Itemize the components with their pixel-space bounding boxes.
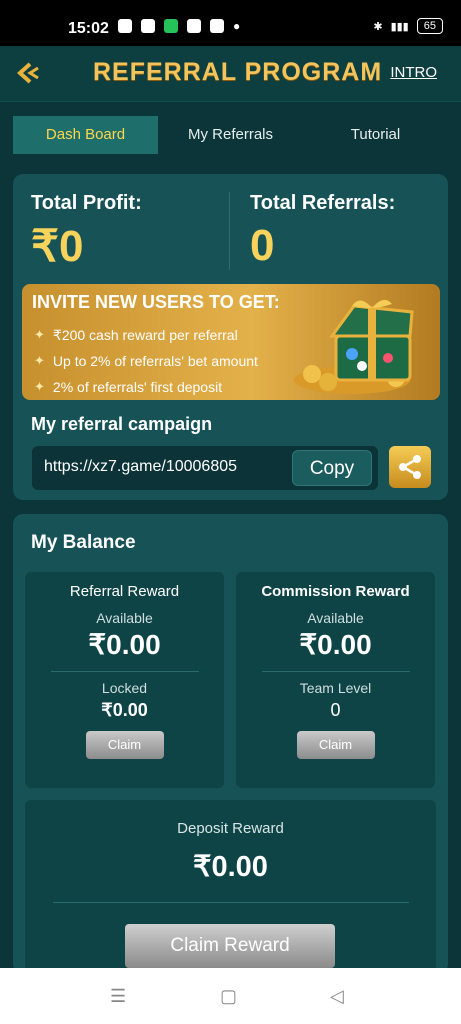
- copy-button[interactable]: Copy: [292, 450, 372, 486]
- total-referrals-label: Total Referrals:: [250, 192, 396, 214]
- referral-link-box: https://xz7.game/10006805 Copy: [32, 446, 378, 490]
- divider: [50, 671, 199, 672]
- referral-reward-box: Referral Reward Available ₹0.00 Locked ₹…: [25, 572, 224, 788]
- treasure-chest-icon: [292, 292, 432, 396]
- intro-link[interactable]: INTRO: [390, 64, 437, 81]
- deposit-reward-value: ₹0.00: [193, 851, 268, 883]
- tab-dashboard[interactable]: Dash Board: [13, 116, 158, 154]
- invite-item: ✦ Up to 2% of referrals' bet amount: [34, 353, 258, 369]
- commission-reward-box: Commission Reward Available ₹0.00 Team L…: [236, 572, 435, 788]
- dashboard-card: Total Profit: ₹0 Total Referrals: 0 INVI…: [13, 174, 448, 500]
- balance-card: My Balance Referral Reward Available ₹0.…: [13, 514, 448, 980]
- invite-list: ✦ ₹200 cash reward per referral ✦ Up to 2%…: [34, 322, 258, 400]
- app-header: REFERRAL PROGRAM INTRO: [0, 46, 461, 102]
- total-referrals-value: 0: [250, 221, 275, 270]
- sparkle-icon: ✦: [34, 353, 45, 368]
- referral-link[interactable]: https://xz7.game/10006805: [44, 458, 237, 476]
- referral-claim-button[interactable]: Claim: [85, 731, 164, 759]
- commission-claim-button[interactable]: Claim: [296, 731, 375, 759]
- total-referrals: Total Referrals: 0: [250, 192, 395, 271]
- commission-reward-title: Commission Reward: [261, 583, 410, 600]
- app-icon-2: [210, 19, 224, 33]
- telegram-icon: [141, 19, 155, 33]
- invite-title: INVITE NEW USERS TO GET:: [32, 292, 280, 312]
- share-button[interactable]: [389, 446, 431, 488]
- app-icon: [164, 19, 178, 33]
- system-nav-bar: ☰ ▢ ◁: [0, 968, 461, 1024]
- status-time: 15:02: [68, 20, 109, 37]
- sparkle-icon: ✦: [34, 379, 45, 394]
- battery-icon: 65: [416, 18, 443, 34]
- referral-reward-title: Referral Reward: [69, 583, 180, 600]
- chat-icon: [118, 19, 132, 33]
- tab-bar: Dash Board My Referrals Tutorial: [13, 116, 448, 154]
- campaign-label: My referral campaign: [31, 414, 213, 434]
- deposit-reward-title: Deposit Reward: [177, 820, 284, 837]
- divider: [52, 902, 409, 903]
- team-level-label: Team Level: [299, 680, 372, 696]
- balance-title: My Balance: [31, 532, 136, 553]
- team-level-value: 0: [330, 700, 341, 720]
- back-nav-icon[interactable]: ◁: [330, 986, 344, 1007]
- total-profit: Total Profit: ₹0: [31, 192, 142, 272]
- page-title: REFERRAL PROGRAM: [93, 58, 383, 86]
- invite-item: ✦ 2% of referrals' first deposit: [34, 379, 223, 395]
- dot-icon: ●: [233, 19, 241, 33]
- home-icon[interactable]: ▢: [220, 986, 237, 1007]
- tab-tutorial[interactable]: Tutorial: [303, 116, 448, 154]
- invite-item: ✦ ₹200 cash reward per referral: [34, 326, 238, 343]
- notification-icons: ●: [118, 19, 240, 33]
- status-bar: 15:02 ● ✱ ▮▮▮ 65: [0, 0, 461, 46]
- share-icon: [399, 455, 421, 479]
- locked-label: Locked: [101, 680, 148, 696]
- system-icons: ✱ ▮▮▮ 65: [373, 18, 443, 34]
- referral-locked-value: ₹0.00: [101, 700, 148, 720]
- signal-icon: ▮▮▮: [390, 20, 409, 33]
- available-label: Available: [96, 610, 153, 626]
- available-label: Available: [307, 610, 364, 626]
- divider: [229, 192, 230, 270]
- invite-banner: INVITE NEW USERS TO GET: ✦ ₹200 cash rewa…: [22, 284, 440, 400]
- back-icon[interactable]: [12, 58, 42, 88]
- commission-available-value: ₹0.00: [299, 629, 372, 660]
- bluetooth-icon: ✱: [373, 20, 383, 33]
- menu-icon[interactable]: ☰: [110, 986, 126, 1007]
- referral-available-value: ₹0.00: [88, 629, 161, 660]
- skype-icon: [187, 19, 201, 33]
- sparkle-icon: ✦: [34, 327, 45, 342]
- total-profit-label: Total Profit:: [31, 192, 142, 214]
- divider: [261, 671, 410, 672]
- tab-my-referrals[interactable]: My Referrals: [158, 116, 303, 154]
- total-profit-value: ₹0: [31, 222, 84, 271]
- claim-reward-button[interactable]: Claim Reward: [125, 924, 335, 968]
